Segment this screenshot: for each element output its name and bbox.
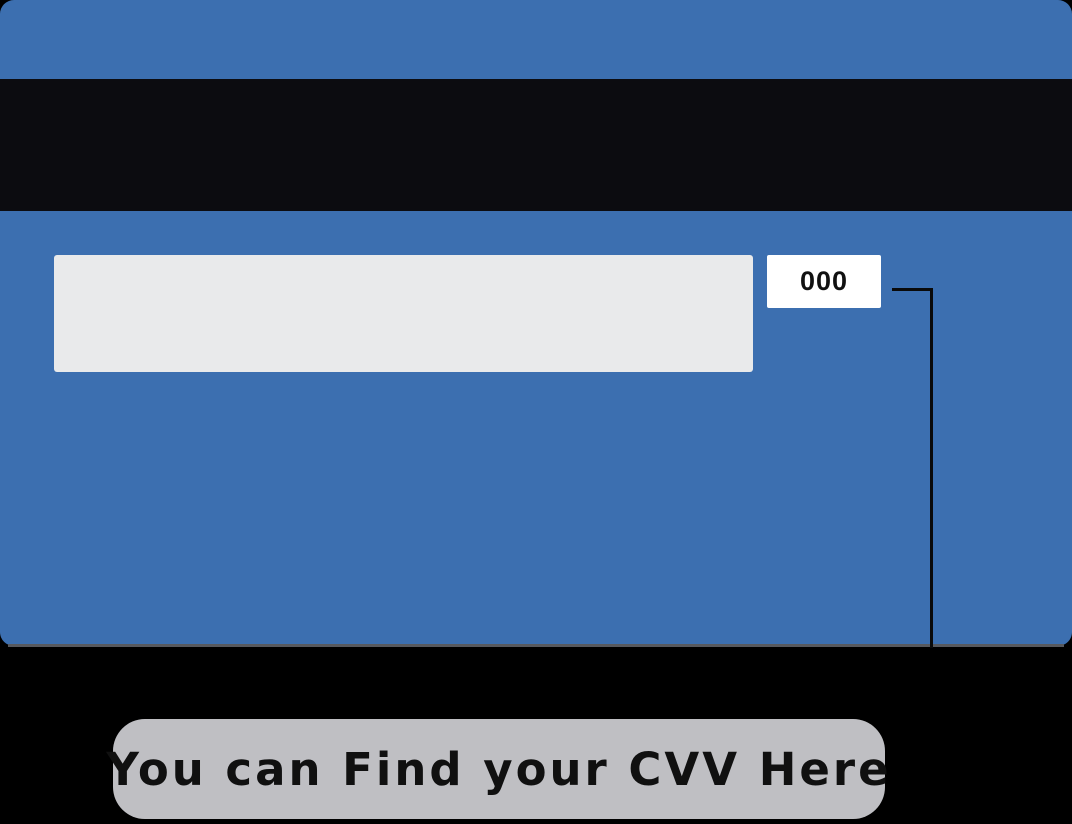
- signature-panel: [54, 255, 753, 372]
- cvv-callout: You can Find your CVV Here: [106, 719, 889, 819]
- cvv-illustration: 000 You can Find your CVV Here: [0, 0, 1072, 824]
- card-edge: [8, 644, 1064, 647]
- card-back: 000: [0, 0, 1072, 646]
- cvv-code-box: 000: [767, 255, 881, 308]
- pointer-line-vertical: [930, 288, 933, 648]
- pointer-line-horizontal: [892, 288, 933, 291]
- magnetic-stripe: [0, 79, 1072, 211]
- callout-text: You can Find your CVV Here: [106, 742, 892, 796]
- cvv-code: 000: [799, 266, 849, 296]
